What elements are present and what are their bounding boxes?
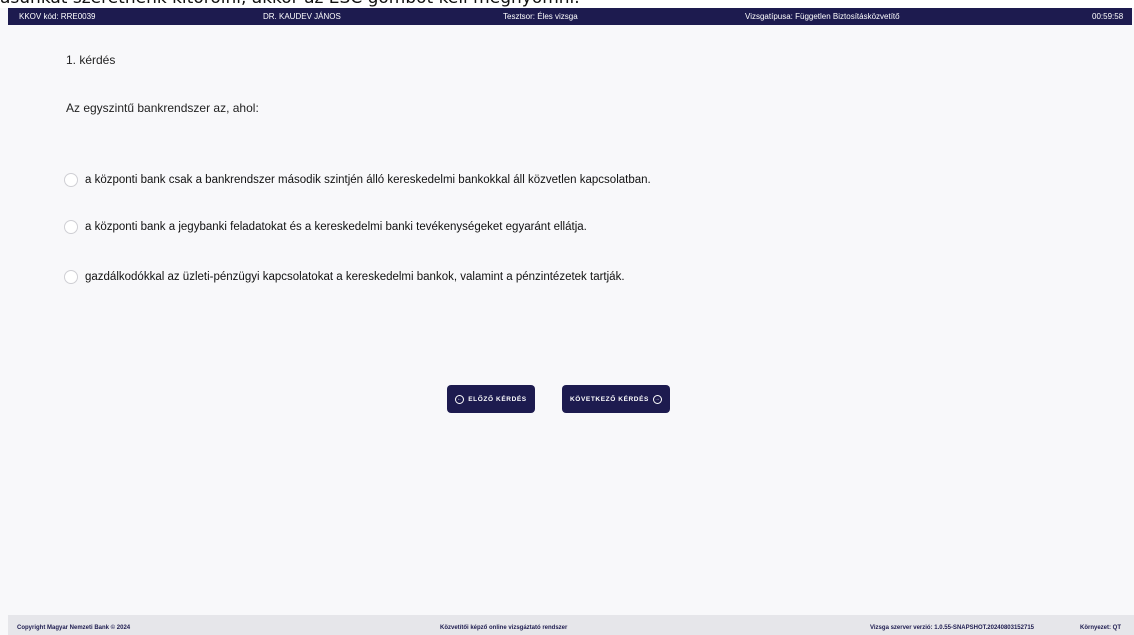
test-type: Tesztsor: Éles vizsga: [503, 12, 578, 21]
previous-question-button[interactable]: ← ELŐZŐ KÉRDÉS: [447, 385, 535, 413]
exam-header-bar: KKOV kód: RRE0039 DR. KAUDEV JÁNOS Teszt…: [8, 8, 1132, 25]
system-name: Közvetítői képző online vizsgáztató rend…: [440, 625, 568, 631]
answer-label: a központi bank csak a bankrendszer máso…: [85, 174, 651, 186]
question-text: Az egyszintű bankrendszer az, ahol:: [66, 101, 259, 115]
timer: 00:59:58: [1092, 12, 1124, 21]
answer-option-3[interactable]: gazdálkodókkal az üzleti-pénzügyi kapcso…: [64, 268, 625, 286]
radio-button[interactable]: [64, 173, 78, 187]
answer-option-1[interactable]: a központi bank csak a bankrendszer máso…: [64, 171, 651, 189]
exam-page: ásunkat szeretnénk kitörölni, akkor az E…: [0, 0, 1134, 635]
arrow-right-circle-icon: →: [652, 394, 662, 404]
page-footer: Copyright Magyar Nemzeti Bank © 2024 Köz…: [8, 615, 1134, 635]
answer-label: a központi bank a jegybanki feladatokat …: [85, 221, 587, 233]
exam-type: Vizsgatípusa: Független Biztosításközvet…: [745, 12, 900, 21]
instruction-text: ásunkat szeretnénk kitörölni, akkor az E…: [0, 0, 580, 8]
answer-label: gazdálkodókkal az üzleti-pénzügyi kapcso…: [85, 271, 625, 283]
answer-option-2[interactable]: a központi bank a jegybanki feladatokat …: [64, 218, 587, 236]
radio-button[interactable]: [64, 270, 78, 284]
next-question-button[interactable]: KÖVETKEZŐ KÉRDÉS →: [562, 385, 670, 413]
server-version: Vizsga szerver verzió: 1.0.55-SNAPSHOT.2…: [870, 625, 1034, 631]
question-area: 1. kérdés Az egyszintű bankrendszer az, …: [0, 25, 1134, 615]
previous-button-label: ELŐZŐ KÉRDÉS: [468, 395, 527, 403]
instruction-overlay: ásunkat szeretnénk kitörölni, akkor az E…: [0, 0, 1134, 8]
next-button-label: KÖVETKEZŐ KÉRDÉS: [570, 395, 649, 403]
arrow-left-circle-icon: ←: [455, 394, 465, 404]
environment: Környezet: QT: [1080, 625, 1122, 631]
radio-button[interactable]: [64, 220, 78, 234]
question-number: 1. kérdés: [66, 53, 116, 67]
copyright: Copyright Magyar Nemzeti Bank © 2024: [17, 625, 131, 631]
kkov-code: KKOV kód: RRE0039: [19, 12, 96, 21]
candidate-name: DR. KAUDEV JÁNOS: [263, 12, 341, 21]
